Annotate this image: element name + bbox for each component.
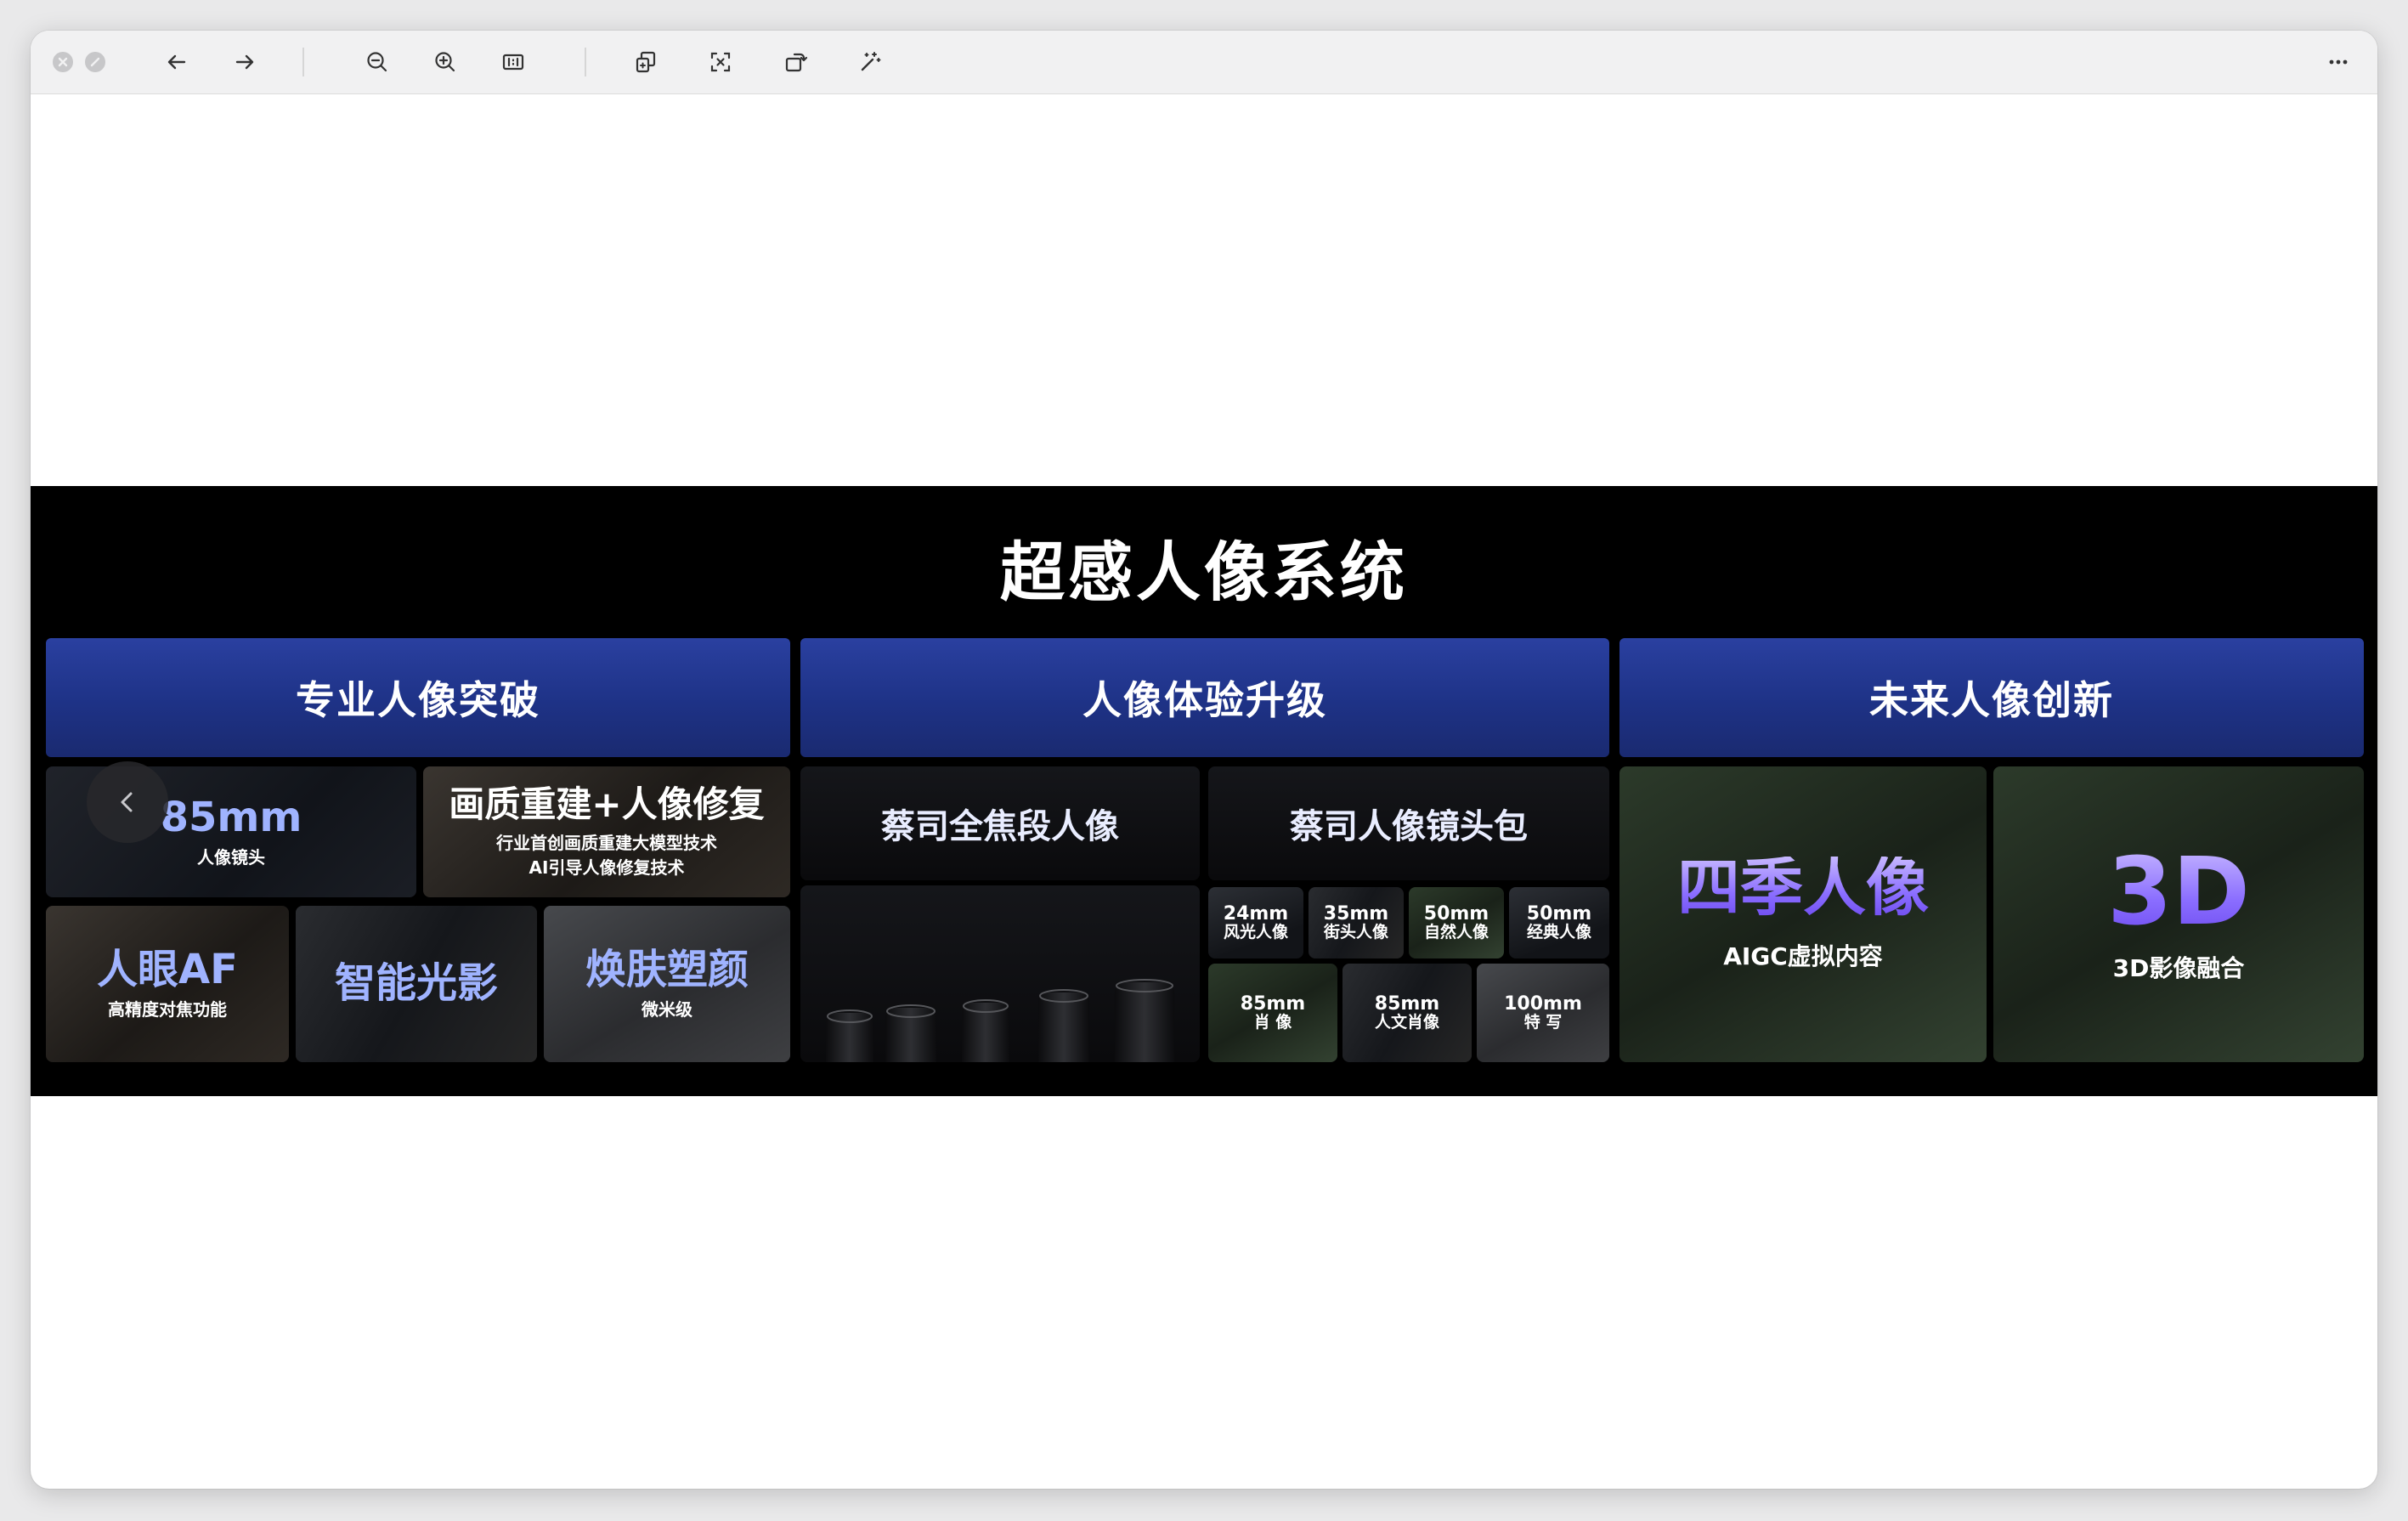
toolbar [31,31,2377,94]
image-viewer-window: 超感人像系统 专业人像突破 人像体验升级 未来人像创新 85mm 人像镜头 画质… [31,31,2377,1489]
mini-tile: 85mm 人文肖像 [1342,964,1472,1062]
toolbar-divider [585,48,586,76]
tile-3d-sub: 3D影像融合 [2112,954,2245,982]
tile-light-title: 智能光影 [334,959,498,1008]
mini-tile-style: 街头人像 [1323,923,1388,942]
back-arrow-icon[interactable] [160,45,194,79]
mini-tile: 50mm 经典人像 [1509,887,1609,958]
mini-tile: 50mm 自然人像 [1409,887,1504,958]
mini-tile-focal: 50mm [1423,903,1489,924]
mini-tile-style: 肖 像 [1253,1013,1292,1032]
zoom-in-icon[interactable] [428,45,462,79]
mini-tile-focal: 100mm [1504,993,1582,1015]
mini-tile-style: 经典人像 [1526,923,1591,942]
mini-tile-style: 自然人像 [1423,923,1489,942]
tile-eye-af: 人眼AF 高精度对焦功能 [46,906,289,1062]
tile-zeiss-pack-title: 蔡司人像镜头包 [1290,807,1528,846]
mini-tile: 35mm 街头人像 [1309,887,1404,958]
tile-seasons-sub: AIGC虚拟内容 [1723,942,1883,970]
minimize-icon[interactable] [85,52,105,72]
more-icon[interactable] [2321,45,2355,79]
tile-skin-retouch: 焕肤塑颜 微米级 [544,906,790,1062]
tile-restore-sub2: AI引导人像修复技术 [529,857,685,879]
forward-arrow-icon[interactable] [228,45,262,79]
tile-seasons-title: 四季人像 [1677,851,1929,924]
tile-four-seasons: 四季人像 AIGC虚拟内容 [1619,766,1987,1062]
tile-smart-light: 智能光影 [296,906,537,1062]
tile-restore-title: 画质重建+人像修复 [449,783,765,825]
mini-tile-style: 人文肖像 [1374,1013,1439,1032]
tile-3d-fusion: 3D 3D影像融合 [1993,766,2364,1062]
chevron-left-icon [121,792,133,812]
tile-zeiss-full-range: 蔡司全焦段人像 [800,766,1200,880]
mini-tile: 24mm 风光人像 [1208,887,1303,958]
mini-tile-focal: 50mm [1526,903,1592,924]
tile-restore-sub1: 行业首创画质重建大模型技术 [496,833,717,854]
category-header-pro: 专业人像突破 [46,638,790,757]
lens-lineup-illustration [826,979,1174,1062]
mini-tile-focal: 24mm [1223,903,1289,924]
mini-tile-style: 风光人像 [1223,923,1288,942]
tile-zeiss-lens-pack: 蔡司人像镜头包 [1208,766,1609,880]
category-header-future: 未来人像创新 [1619,638,2364,757]
category-header-experience: 人像体验升级 [800,638,1609,757]
mini-tile-focal: 85mm [1374,993,1440,1015]
rotate-icon[interactable] [778,45,812,79]
zoom-out-icon[interactable] [360,45,394,79]
mini-tile-focal: 35mm [1323,903,1389,924]
tile-skin-sub: 微米级 [642,999,692,1021]
mini-tile: 100mm 特 写 [1477,964,1609,1062]
tile-quality-restore: 画质重建+人像修复 行业首创画质重建大模型技术 AI引导人像修复技术 [423,766,790,897]
toolbar-divider [302,48,304,76]
tile-eyeaf-sub: 高精度对焦功能 [108,999,227,1021]
close-icon[interactable] [53,52,73,72]
tile-85mm-title: 85mm [160,793,302,841]
magic-wand-icon[interactable] [853,45,887,79]
tile-lens-lineup [800,885,1200,1062]
mini-tile: 85mm 肖 像 [1208,964,1337,1062]
tile-zeiss-full-title: 蔡司全焦段人像 [881,807,1119,846]
slide-image: 超感人像系统 专业人像突破 人像体验升级 未来人像创新 85mm 人像镜头 画质… [31,486,2377,1096]
actual-size-icon[interactable] [496,45,530,79]
tile-85mm-sub: 人像镜头 [197,847,265,868]
previous-slide-button[interactable] [87,761,168,843]
tile-3d-title: 3D [2107,837,2250,946]
tile-eyeaf-title: 人眼AF [97,945,238,993]
mini-tile-style: 特 写 [1523,1013,1563,1032]
crop-icon[interactable] [704,45,738,79]
copy-image-icon[interactable] [629,45,663,79]
mini-tile-focal: 85mm [1240,993,1306,1015]
slide-title: 超感人像系统 [1000,534,1408,610]
tile-skin-title: 焕肤塑颜 [585,945,749,993]
